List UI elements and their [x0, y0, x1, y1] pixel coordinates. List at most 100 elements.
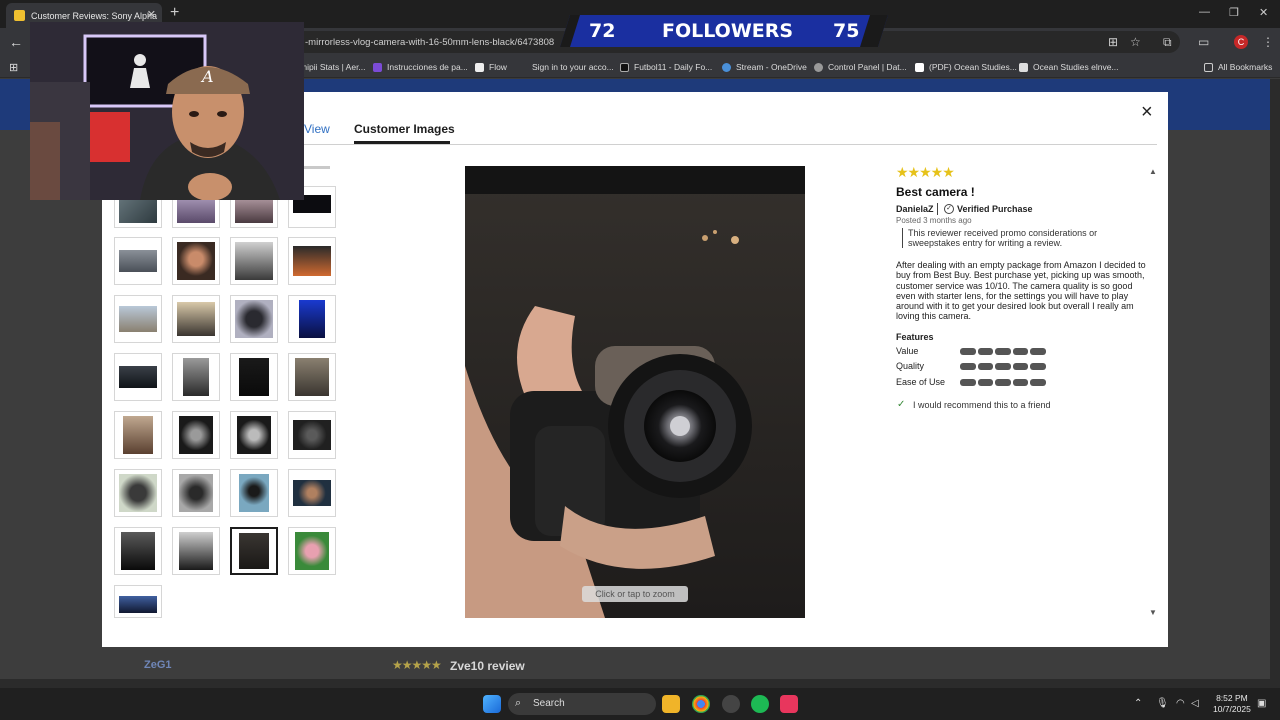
image-thumbnail[interactable] — [288, 295, 336, 343]
tab-view[interactable]: View — [304, 122, 330, 136]
notification-icon[interactable]: ▣ — [1257, 698, 1266, 709]
image-thumbnail[interactable] — [172, 353, 220, 401]
image-thumbnail[interactable] — [288, 527, 336, 575]
file-explorer-icon[interactable] — [662, 695, 680, 713]
extensions-icon[interactable]: ⧉ — [1163, 35, 1172, 50]
search-icon: ⌕ — [515, 697, 522, 709]
image-thumbnail[interactable] — [230, 237, 278, 285]
background-review-stars: ★★★★★ — [392, 658, 442, 672]
tab-close-icon[interactable]: ✕ — [147, 8, 156, 21]
bookmark-item[interactable]: Instrucciones de pa... — [373, 62, 468, 72]
sidebar-icon[interactable]: ▭ — [1198, 35, 1209, 49]
minimize-icon[interactable]: — — [1199, 6, 1210, 18]
github-desktop-icon[interactable] — [722, 695, 740, 713]
verified-purchase-label: Verified Purchase — [957, 204, 1033, 214]
image-thumbnail[interactable] — [230, 411, 278, 459]
window-close-icon[interactable]: ✕ — [1259, 6, 1268, 19]
tab-customer-images[interactable]: Customer Images — [354, 122, 455, 136]
review-scroll-down-icon[interactable]: ▼ — [1149, 608, 1157, 617]
image-thumbnail[interactable] — [172, 527, 220, 575]
verified-check-icon: ✓ — [944, 204, 954, 214]
bookmark-item[interactable]: Sign in to your acco... — [518, 62, 614, 72]
image-thumbnail[interactable] — [114, 353, 162, 401]
camera-photo — [465, 166, 805, 618]
image-thumbnail[interactable] — [114, 527, 162, 575]
start-menu-icon[interactable] — [483, 695, 501, 713]
new-tab-button[interactable]: + — [170, 4, 179, 22]
image-thumbnail[interactable] — [172, 411, 220, 459]
menu-kebab-icon[interactable]: ⋮ — [1262, 35, 1274, 49]
document-icon — [1019, 62, 1028, 72]
all-bookmarks[interactable]: All Bookmarks — [1204, 62, 1272, 72]
bookmark-item[interactable]: Ocean Studies elnve... — [1019, 62, 1119, 72]
bookmark-item[interactable]: Control Panel | Dat... — [814, 62, 907, 72]
image-thumbnail[interactable] — [288, 469, 336, 517]
recommend-check-icon: ✓ — [897, 399, 906, 410]
tab-title: Customer Reviews: Sony Alpha — [31, 10, 158, 21]
bookmark-item[interactable]: Futbol11 - Daily Fo... — [620, 62, 712, 72]
page-vertical-scrollbar[interactable] — [1270, 79, 1280, 679]
features-heading: Features — [896, 332, 934, 342]
feature-rating-quality — [960, 363, 1046, 370]
screen: Customer Reviews: Sony Alpha ✕ + — ❐ ✕ ←… — [0, 0, 1280, 720]
review-rating-stars: ★★★★★ — [896, 164, 955, 180]
profile-avatar[interactable]: C — [1234, 35, 1248, 49]
restore-icon[interactable]: ❐ — [1229, 6, 1239, 19]
webcam-overlay: A — [30, 22, 304, 200]
followers-goal: 75 — [833, 20, 860, 42]
zoom-hint[interactable]: Click or tap to zoom — [582, 586, 688, 602]
bookmark-item[interactable]: Stream - OneDrive — [722, 62, 807, 72]
address-url[interactable]: -mirrorless-vlog-camera-with-16-50mm-len… — [305, 37, 554, 48]
image-thumbnail[interactable] — [172, 295, 220, 343]
image-thumbnail[interactable] — [288, 353, 336, 401]
image-thumbnail[interactable] — [230, 353, 278, 401]
review-scroll-up-icon[interactable]: ▲ — [1149, 167, 1157, 176]
feature-rating-ease-of-use — [960, 379, 1046, 386]
windows-taskbar: ⌕ Search ⌃ 🎙 ◠ ◁ 8:52 PM 10/7/2025 ▣ — [0, 688, 1280, 720]
back-arrow-icon[interactable]: ← — [9, 34, 23, 50]
selected-customer-image[interactable] — [465, 166, 805, 618]
bookmark-star-icon[interactable]: ☆ — [1130, 35, 1141, 49]
background-review-title: Zve10 review — [450, 659, 525, 673]
image-thumbnail[interactable] — [172, 469, 220, 517]
followers-banner: 72 FOLLOWERS 75 — [560, 15, 888, 47]
image-thumbnail[interactable] — [114, 295, 162, 343]
page-horizontal-scrollbar[interactable] — [0, 679, 1280, 688]
show-hidden-icons-icon[interactable]: ⌃ — [1134, 698, 1142, 709]
image-thumbnail[interactable] — [230, 469, 278, 517]
spotify-icon[interactable] — [751, 695, 769, 713]
chrome-icon[interactable] — [692, 695, 710, 713]
image-thumbnail[interactable] — [288, 411, 336, 459]
review-title: Best camera ! — [896, 185, 975, 199]
image-thumbnail[interactable] — [172, 237, 220, 285]
bookmark-item[interactable]: (PDF) Ocean Studies... — [915, 62, 1017, 72]
image-thumbnail[interactable] — [114, 237, 162, 285]
image-thumbnail[interactable] — [114, 411, 162, 459]
bookmark-item[interactable]: mipii Stats | Aer... — [300, 62, 366, 72]
volume-icon[interactable]: ◁ — [1191, 698, 1199, 709]
apps-grid-icon[interactable]: ⊞ — [9, 61, 18, 74]
image-thumbnail[interactable] — [230, 295, 278, 343]
image-thumbnail[interactable] — [114, 585, 162, 618]
webcam-feed: A — [30, 22, 304, 200]
wifi-icon[interactable]: ◠ — [1176, 698, 1185, 709]
modal-close-icon[interactable]: × — [1141, 101, 1153, 124]
image-thumbnail[interactable] — [288, 237, 336, 285]
review-body: After dealing with an empty package from… — [896, 260, 1146, 322]
microphone-icon[interactable]: 🎙 — [1156, 698, 1169, 709]
tiktok-icon[interactable] — [780, 695, 798, 713]
image-thumbnail[interactable] — [114, 469, 162, 517]
image-thumbnail-selected[interactable] — [230, 527, 278, 575]
clock-time: 8:52 PM — [1216, 693, 1248, 703]
bookmark-favicon-icon — [373, 62, 382, 72]
system-clock[interactable]: 8:52 PM 10/7/2025 — [1213, 693, 1251, 715]
translate-icon[interactable]: ⊞ — [1108, 35, 1118, 49]
bookmark-favicon-icon — [518, 63, 527, 72]
background-reviewer-name[interactable]: ZeG1 — [144, 659, 172, 671]
review-author[interactable]: DanielaZ — [896, 204, 934, 214]
bookmark-item[interactable]: Flow — [475, 62, 507, 72]
bookmark-favicon-icon — [915, 62, 924, 72]
clock-date: 10/7/2025 — [1213, 704, 1251, 714]
taskbar-search[interactable] — [508, 693, 656, 715]
tab-favicon-icon — [14, 10, 25, 21]
